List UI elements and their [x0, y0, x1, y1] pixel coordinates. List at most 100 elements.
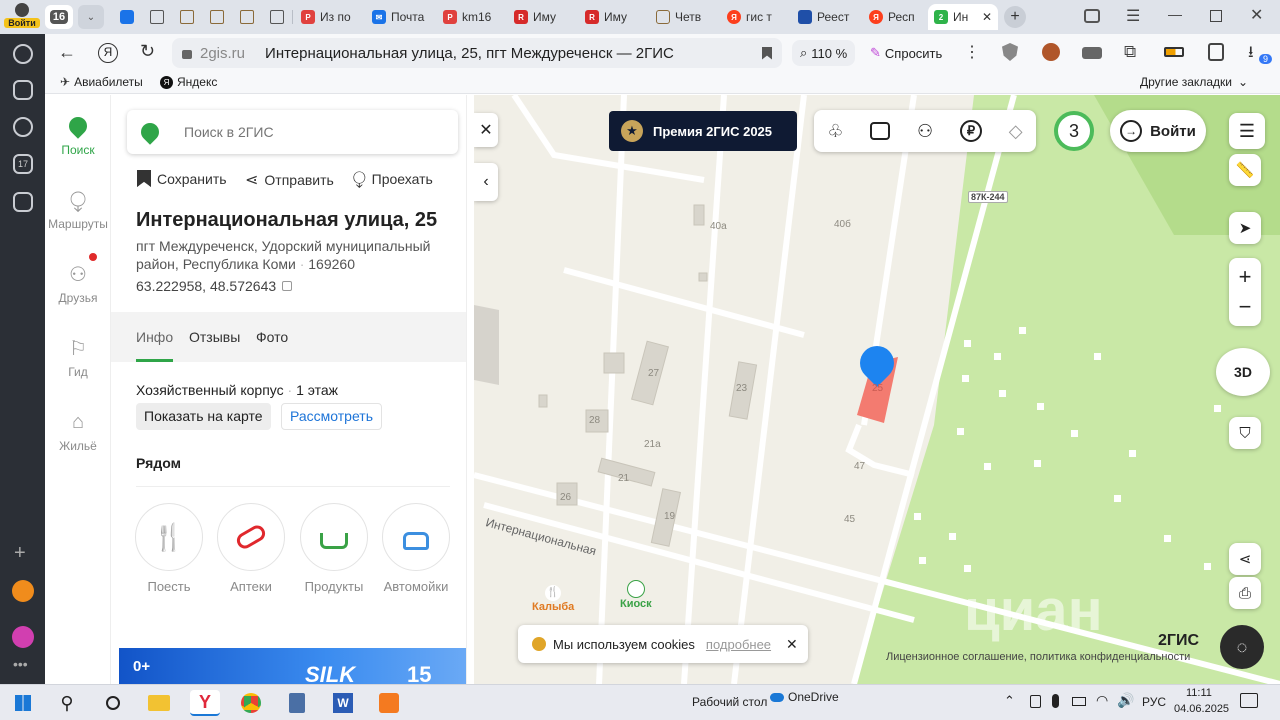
zoom-button[interactable]: ⌕ 110 %: [792, 40, 856, 66]
history-icon[interactable]: [13, 44, 33, 64]
browser-tab[interactable]: Я Респ: [863, 4, 923, 30]
share-button[interactable]: ⋖: [1229, 543, 1261, 575]
3d-button[interactable]: 3D: [1216, 348, 1270, 396]
pinned-tab[interactable]: [174, 4, 200, 30]
word-button[interactable]: W: [328, 690, 358, 716]
close-window-button[interactable]: ✕: [1250, 5, 1263, 25]
notifications-icon[interactable]: [1240, 693, 1258, 708]
browser-tab[interactable]: P Из по: [295, 4, 361, 30]
nearby-pharmacy[interactable]: Аптеки: [217, 503, 285, 594]
cookies-link[interactable]: подробнее: [706, 637, 771, 652]
volume-icon[interactable]: 🔊: [1117, 692, 1134, 709]
bookmark-icon[interactable]: [762, 46, 772, 60]
pinned-tab[interactable]: [234, 4, 260, 30]
copy-icon[interactable]: [282, 281, 293, 291]
browser-tab-active[interactable]: 2 Ин ✕: [928, 4, 998, 30]
shield-icon[interactable]: [1002, 43, 1018, 61]
clock-time[interactable]: 11:11: [1186, 687, 1212, 699]
tab-count-button[interactable]: 16: [45, 5, 73, 29]
battery-icon[interactable]: [1164, 47, 1184, 57]
ask-button[interactable]: ✎ Спросить: [862, 40, 950, 66]
bus-icon[interactable]: [870, 122, 891, 140]
map[interactable]: 40а 40б 27 23 28 21а 21 26 19 47 45 Инте…: [474, 95, 1280, 684]
ad-banner[interactable]: 0+ SILK 15: [119, 648, 466, 684]
pinned-tab[interactable]: [204, 4, 230, 30]
coords-row[interactable]: 63.222958, 48.572643: [136, 278, 293, 294]
nav-item-friends[interactable]: ⚇ Друзья: [45, 253, 111, 305]
microphone-icon[interactable]: [1052, 694, 1059, 708]
tab-photos[interactable]: Фото: [256, 329, 288, 345]
profile-button[interactable]: Войти: [4, 3, 40, 31]
desktop-label[interactable]: Рабочий стол: [692, 695, 767, 709]
task-view-button[interactable]: [98, 690, 128, 716]
nearby-eat[interactable]: 🍴 Поесть: [135, 503, 203, 594]
chat-button[interactable]: ◌: [1220, 625, 1264, 669]
yandex-icon[interactable]: Я: [98, 43, 118, 63]
new-tab-button[interactable]: +: [1004, 6, 1026, 28]
license-footer[interactable]: Лицензионное соглашение, политика конфид…: [886, 651, 1190, 663]
collections-icon[interactable]: [1208, 43, 1224, 61]
nearby-groceries[interactable]: Продукты: [300, 503, 368, 594]
ruler-button[interactable]: 📏: [1229, 154, 1261, 186]
browser-tab[interactable]: Ягис т: [721, 4, 787, 30]
browser-tab[interactable]: R Иму: [508, 4, 574, 30]
start-button[interactable]: [8, 690, 38, 716]
language-indicator[interactable]: РУС: [1142, 695, 1166, 709]
back-icon[interactable]: ←: [58, 42, 76, 63]
go-button[interactable]: ⧬ Проехать: [353, 170, 433, 188]
browser-tab[interactable]: ✉ Почта: [366, 4, 432, 30]
wifi-icon[interactable]: ◠: [1096, 692, 1108, 709]
show-on-map-button[interactable]: Показать на карте: [136, 403, 271, 430]
collapse-panel-button[interactable]: ‹: [474, 163, 498, 201]
close-icon[interactable]: ✕: [786, 636, 798, 653]
print-button[interactable]: ⎙: [1229, 577, 1261, 609]
collections-icon[interactable]: [13, 80, 33, 100]
puzzle-icon[interactable]: ⧉: [1124, 42, 1136, 62]
menu-button[interactable]: ☰: [1229, 113, 1265, 149]
search-input[interactable]: [184, 122, 434, 142]
map-view-button[interactable]: ⛉: [1229, 417, 1261, 449]
more-icon[interactable]: ⋮: [964, 42, 980, 62]
tabs-menu-button[interactable]: ⌄: [78, 5, 104, 29]
locate-button[interactable]: ➤: [1229, 212, 1261, 244]
browser-tab[interactable]: Pkm16: [437, 4, 503, 30]
notification-badge[interactable]: 3: [1054, 111, 1094, 151]
send-button[interactable]: ⋖ Отправить: [245, 170, 334, 190]
app-icon[interactable]: [12, 626, 34, 648]
explorer-button[interactable]: [144, 690, 174, 716]
more-icon[interactable]: •••: [13, 656, 28, 672]
add-icon[interactable]: +: [14, 542, 26, 565]
chrome-button[interactable]: [236, 690, 266, 716]
bookmark-item[interactable]: Я Яндекс: [160, 75, 217, 89]
nav-item-routes[interactable]: ⧬ Маршруты: [45, 187, 111, 232]
pinned-tab[interactable]: [114, 4, 140, 30]
collections-icon[interactable]: [1084, 9, 1100, 23]
tray-icon[interactable]: [1030, 695, 1041, 708]
poi-kalyba[interactable]: 🍴 Калыба: [532, 585, 574, 613]
reload-icon[interactable]: ↻: [140, 41, 155, 62]
app-button[interactable]: [374, 690, 404, 716]
downloads-icon[interactable]: ⭳: [1248, 41, 1254, 68]
battery-icon[interactable]: [1072, 697, 1086, 706]
clock-date[interactable]: 04.06.2025: [1174, 703, 1229, 715]
ruble-icon[interactable]: ₽: [959, 120, 982, 142]
login-button[interactable]: → Войти: [1110, 110, 1206, 152]
extension-icon[interactable]: [1042, 43, 1060, 61]
zoom-in-button[interactable]: +: [1239, 262, 1252, 292]
pinned-tab[interactable]: [264, 4, 290, 30]
browser-tab[interactable]: R Иму: [579, 4, 645, 30]
minimize-button[interactable]: —: [1168, 6, 1182, 22]
screenshot-icon[interactable]: [13, 192, 33, 212]
zoom-out-button[interactable]: −: [1239, 292, 1252, 322]
consider-button[interactable]: Рассмотреть: [281, 403, 382, 430]
calendar-icon[interactable]: 17: [13, 154, 33, 174]
nav-item-search[interactable]: Поиск: [45, 113, 111, 157]
onedrive-item[interactable]: OneDrive: [770, 690, 839, 704]
nearby-car-wash[interactable]: Автомойки: [382, 503, 450, 594]
browser-tab[interactable]: Реест: [792, 4, 858, 30]
tree-icon[interactable]: ♧: [827, 121, 843, 142]
bookmark-item[interactable]: ✈ Авиабилеты: [60, 75, 143, 89]
menu-icon[interactable]: ☰: [1126, 6, 1140, 26]
chevron-up-icon[interactable]: ⌃: [1004, 693, 1015, 709]
pinned-tab[interactable]: [144, 4, 170, 30]
